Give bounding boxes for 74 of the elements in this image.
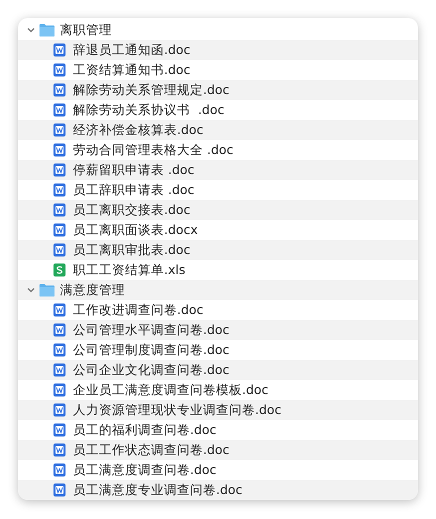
file-row[interactable]: 劳动合同管理表格大全 .doc bbox=[18, 140, 418, 160]
word-document-icon bbox=[53, 483, 66, 497]
file-name: 企业员工满意度调查问卷模板.doc bbox=[73, 382, 268, 398]
folder-row[interactable]: 离职管理 bbox=[18, 20, 418, 40]
file-row[interactable]: 员工满意度调查问卷.doc bbox=[18, 460, 418, 480]
file-row[interactable]: 职工工资结算单.xls bbox=[18, 260, 418, 280]
file-name: 公司管理水平调查问卷.doc bbox=[73, 322, 230, 338]
file-name: 公司管理制度调查问卷.doc bbox=[73, 342, 230, 358]
folder-name: 离职管理 bbox=[60, 22, 112, 38]
file-name: 员工离职交接表.doc bbox=[73, 202, 190, 218]
word-document-icon bbox=[53, 63, 66, 77]
file-row[interactable]: 人力资源管理现状专业调查问卷.doc bbox=[18, 400, 418, 420]
file-name: 员工满意度调查问卷.doc bbox=[73, 462, 216, 478]
folder-icon bbox=[39, 283, 55, 297]
word-document-icon bbox=[53, 103, 66, 117]
word-document-icon bbox=[53, 163, 66, 177]
file-name: 辞退员工通知函.doc bbox=[73, 42, 190, 58]
word-document-icon bbox=[53, 443, 66, 457]
word-document-icon bbox=[53, 123, 66, 137]
file-row[interactable]: 员工工作状态调查问卷.doc bbox=[18, 440, 418, 460]
chevron-down-icon[interactable] bbox=[26, 285, 36, 295]
file-row[interactable]: 辞退员工通知函.doc bbox=[18, 40, 418, 60]
file-row[interactable]: 停薪留职申请表 .doc bbox=[18, 160, 418, 180]
word-document-icon bbox=[53, 363, 66, 377]
file-row[interactable]: 员工满意度专业调查问卷.doc bbox=[18, 480, 418, 500]
word-document-icon bbox=[53, 343, 66, 357]
file-name: 解除劳动关系协议书 .doc bbox=[73, 102, 224, 118]
file-name: 员工离职面谈表.docx bbox=[73, 222, 198, 238]
file-name: 劳动合同管理表格大全 .doc bbox=[73, 142, 234, 158]
file-name: 经济补偿金核算表.doc bbox=[73, 122, 204, 138]
folder-icon bbox=[39, 23, 55, 37]
file-row[interactable]: 公司管理水平调查问卷.doc bbox=[18, 320, 418, 340]
file-row[interactable]: 解除劳动关系管理规定.doc bbox=[18, 80, 418, 100]
file-row[interactable]: 公司企业文化调查问卷.doc bbox=[18, 360, 418, 380]
spreadsheet-icon bbox=[53, 263, 66, 277]
chevron-down-icon[interactable] bbox=[26, 25, 36, 35]
file-row[interactable]: 员工离职交接表.doc bbox=[18, 200, 418, 220]
word-document-icon bbox=[53, 83, 66, 97]
word-document-icon bbox=[53, 303, 66, 317]
word-document-icon bbox=[53, 383, 66, 397]
file-name: 员工辞职申请表 .doc bbox=[73, 182, 194, 198]
word-document-icon bbox=[53, 243, 66, 257]
file-name: 员工离职审批表.doc bbox=[73, 242, 190, 258]
file-name: 人力资源管理现状专业调查问卷.doc bbox=[73, 402, 282, 418]
file-name: 工作改进调查问卷.doc bbox=[73, 302, 204, 318]
file-name: 员工满意度专业调查问卷.doc bbox=[73, 482, 242, 498]
folder-name: 满意度管理 bbox=[60, 282, 125, 298]
file-name: 员工工作状态调查问卷.doc bbox=[73, 442, 230, 458]
file-name: 公司企业文化调查问卷.doc bbox=[73, 362, 230, 378]
word-document-icon bbox=[53, 183, 66, 197]
file-name: 职工工资结算单.xls bbox=[73, 262, 186, 278]
folder-row[interactable]: 满意度管理 bbox=[18, 280, 418, 300]
file-row[interactable]: 企业员工满意度调查问卷模板.doc bbox=[18, 380, 418, 400]
file-row[interactable]: 解除劳动关系协议书 .doc bbox=[18, 100, 418, 120]
word-document-icon bbox=[53, 223, 66, 237]
word-document-icon bbox=[53, 323, 66, 337]
file-row[interactable]: 员工离职审批表.doc bbox=[18, 240, 418, 260]
word-document-icon bbox=[53, 423, 66, 437]
file-row[interactable]: 员工离职面谈表.docx bbox=[18, 220, 418, 240]
word-document-icon bbox=[53, 43, 66, 57]
file-name: 工资结算通知书.doc bbox=[73, 62, 190, 78]
word-document-icon bbox=[53, 143, 66, 157]
word-document-icon bbox=[53, 463, 66, 477]
word-document-icon bbox=[53, 203, 66, 217]
file-row[interactable]: 工作改进调查问卷.doc bbox=[18, 300, 418, 320]
file-name: 员工的福利调查问卷.doc bbox=[73, 422, 216, 438]
word-document-icon bbox=[53, 403, 66, 417]
file-row[interactable]: 经济补偿金核算表.doc bbox=[18, 120, 418, 140]
file-row[interactable]: 公司管理制度调查问卷.doc bbox=[18, 340, 418, 360]
file-row[interactable]: 员工的福利调查问卷.doc bbox=[18, 420, 418, 440]
file-name: 解除劳动关系管理规定.doc bbox=[73, 82, 230, 98]
file-row[interactable]: 工资结算通知书.doc bbox=[18, 60, 418, 80]
file-row[interactable]: 员工辞职申请表 .doc bbox=[18, 180, 418, 200]
file-name: 停薪留职申请表 .doc bbox=[73, 162, 194, 178]
